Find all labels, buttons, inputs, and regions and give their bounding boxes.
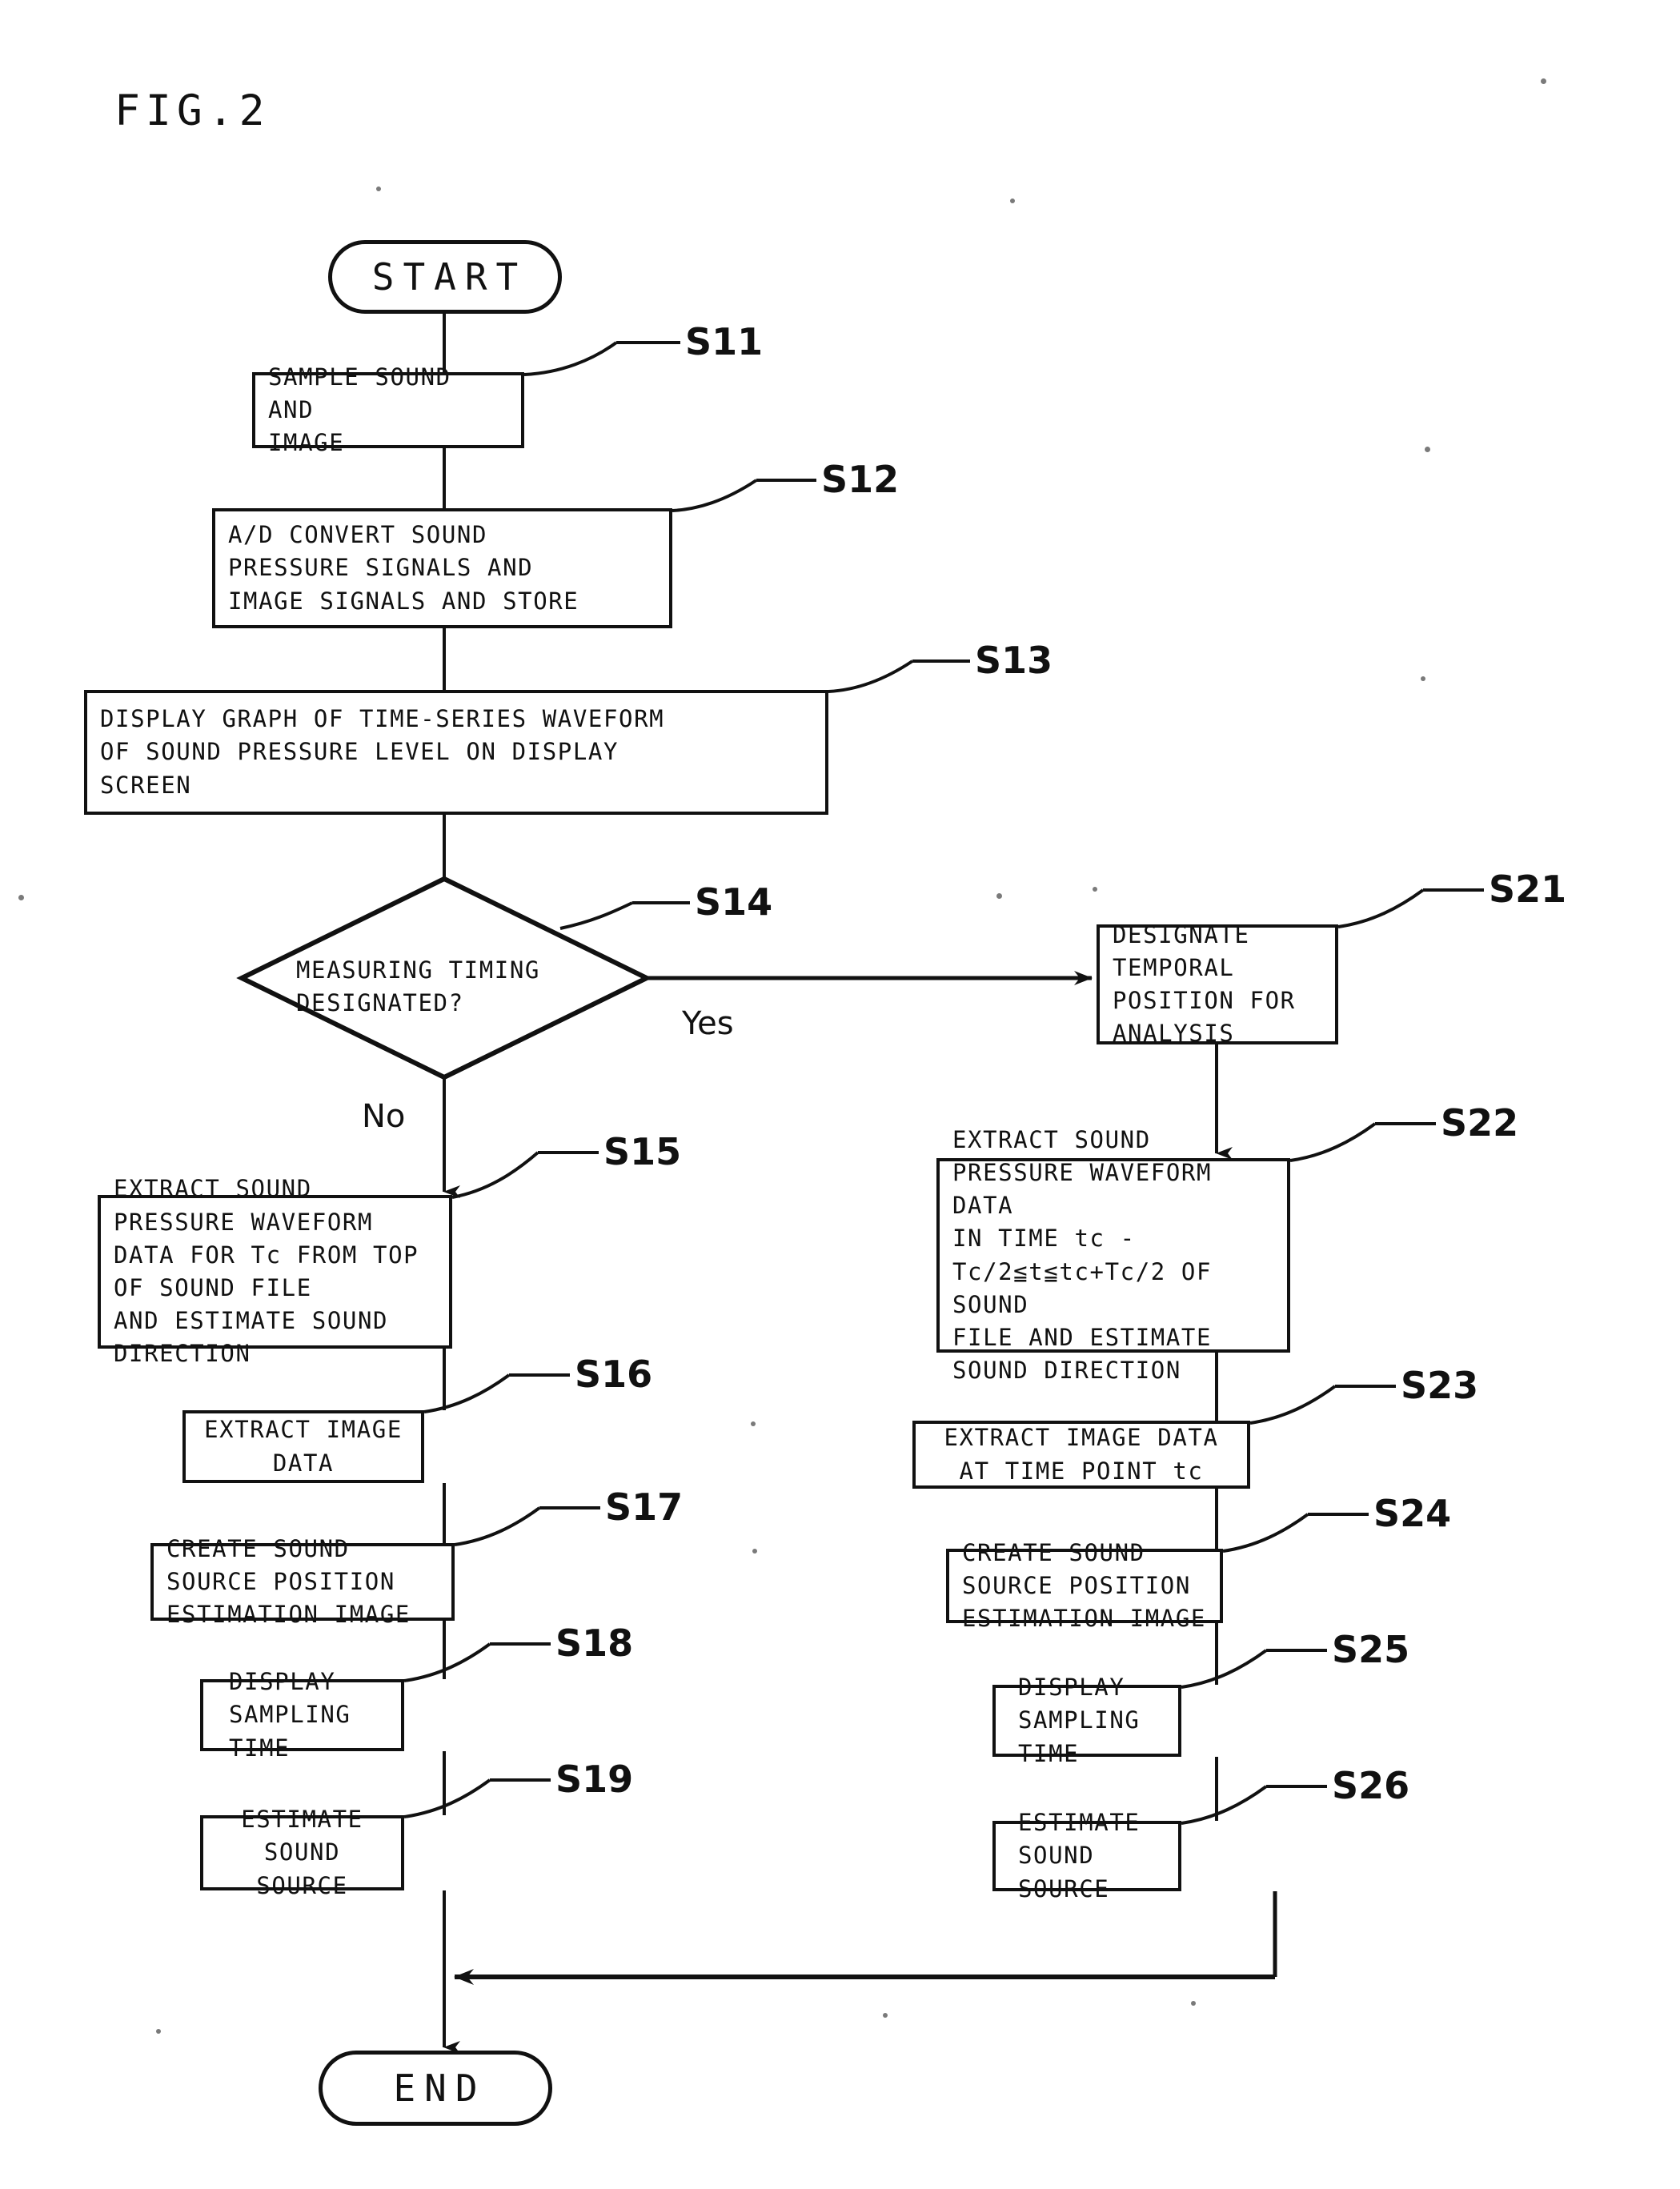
process-text-s11: SAMPLE SOUND AND IMAGE [268, 363, 451, 457]
process-text-s23: EXTRACT IMAGE DATA AT TIME POINT tc [944, 1424, 1219, 1485]
process-box-s21: DESIGNATE TEMPORAL POSITION FOR ANALYSIS [1097, 921, 1338, 1047]
scan-speck [752, 1549, 757, 1554]
step-ref-s14: S14 [695, 880, 773, 924]
step-ref-s12: S12 [821, 458, 900, 501]
scan-speck [883, 2013, 888, 2018]
scan-speck [1093, 887, 1097, 892]
scan-speck [156, 2029, 161, 2034]
process-text-s12: A/D CONVERT SOUND PRESSURE SIGNALS AND I… [228, 521, 579, 615]
process-text-s16: EXTRACT IMAGE DATA [204, 1416, 403, 1477]
process-text-s13: DISPLAY GRAPH OF TIME-SERIES WAVEFORM OF… [100, 705, 665, 799]
process-text-s22: EXTRACT SOUND PRESSURE WAVEFORM DATA IN … [952, 1125, 1213, 1385]
step-ref-s11: S11 [685, 320, 764, 363]
branch-label-yes: Yes [682, 1005, 734, 1042]
process-text-s21: DESIGNATE TEMPORAL POSITION FOR ANALYSIS [1113, 920, 1296, 1048]
step-ref-s22: S22 [1441, 1101, 1519, 1145]
process-box-s26: ESTIMATE SOUND SOURCE [992, 1809, 1181, 1902]
scan-speck [18, 895, 24, 900]
step-ref-s24: S24 [1373, 1492, 1452, 1535]
figure-caption: FIG.2 [114, 86, 271, 135]
scan-speck [376, 186, 381, 191]
process-box-s12: A/D CONVERT SOUND PRESSURE SIGNALS AND I… [212, 508, 672, 628]
step-ref-s21: S21 [1489, 868, 1567, 911]
process-box-s22: EXTRACT SOUND PRESSURE WAVEFORM DATA IN … [936, 1126, 1290, 1384]
process-box-s11: SAMPLE SOUND AND IMAGE [252, 363, 524, 456]
step-ref-s25: S25 [1332, 1628, 1410, 1671]
step-ref-s23: S23 [1401, 1364, 1479, 1407]
process-text-s17: CREATE SOUND SOURCE POSITION ESTIMATION … [166, 1534, 411, 1629]
process-box-s25: DISPLAY SAMPLING TIME [992, 1674, 1181, 1767]
step-ref-s19: S19 [555, 1758, 634, 1801]
step-ref-s18: S18 [555, 1622, 634, 1665]
decision-label-s14: MEASURING TIMING DESIGNATED? [296, 956, 540, 1017]
process-box-s13: DISPLAY GRAPH OF TIME-SERIES WAVEFORM OF… [84, 690, 828, 815]
step-ref-s16: S16 [575, 1353, 653, 1396]
branch-label-no: No [362, 1098, 406, 1135]
step-ref-s15: S15 [603, 1130, 682, 1173]
process-box-s15: EXTRACT SOUND PRESSURE WAVEFORM DATA FOR… [98, 1175, 452, 1367]
process-box-s24: CREATE SOUND SOURCE POSITION ESTIMATION … [946, 1539, 1223, 1632]
step-ref-s13: S13 [975, 639, 1053, 682]
process-text-s24: CREATE SOUND SOURCE POSITION ESTIMATION … [962, 1538, 1206, 1633]
scan-speck [1010, 198, 1015, 203]
scan-speck [996, 893, 1002, 899]
scan-speck [1191, 2001, 1196, 2006]
scan-speck [1541, 78, 1546, 84]
step-ref-s17: S17 [605, 1485, 684, 1529]
step-ref-s26: S26 [1332, 1764, 1410, 1807]
process-box-s23: EXTRACT IMAGE DATA AT TIME POINT tc [912, 1421, 1250, 1489]
process-text-s18: DISPLAY SAMPLING TIME [229, 1668, 351, 1762]
start-terminal: START [328, 240, 562, 314]
process-box-s18: DISPLAY SAMPLING TIME [200, 1668, 404, 1762]
process-text-s25: DISPLAY SAMPLING TIME [1018, 1674, 1141, 1767]
scan-speck [1425, 447, 1430, 452]
process-box-s16: EXTRACT IMAGE DATA [182, 1410, 424, 1483]
process-text-s26: ESTIMATE SOUND SOURCE [1018, 1809, 1141, 1902]
process-box-s19: ESTIMATE SOUND SOURCE [200, 1806, 404, 1899]
scan-speck [751, 1421, 756, 1426]
end-terminal: END [319, 2051, 552, 2126]
scan-speck [1421, 676, 1425, 681]
figure-page: FIG.2 START END SAMPLE SOUND AND IMAGE A… [0, 0, 1680, 2189]
process-box-s17: CREATE SOUND SOURCE POSITION ESTIMATION … [150, 1535, 455, 1628]
process-text-s19: ESTIMATE SOUND SOURCE [241, 1806, 363, 1899]
process-text-s15: EXTRACT SOUND PRESSURE WAVEFORM DATA FOR… [114, 1175, 419, 1368]
